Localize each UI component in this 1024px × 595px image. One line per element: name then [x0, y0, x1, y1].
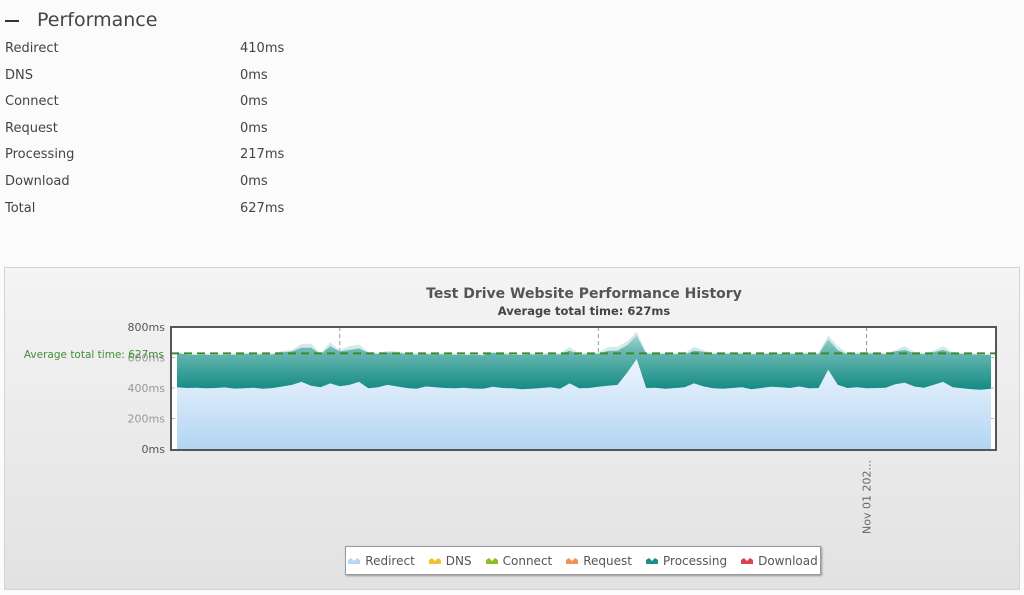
chart-title: Test Drive Website Performance History — [426, 286, 742, 302]
y-tick-label: 400ms — [128, 382, 166, 395]
legend-item-request[interactable]: Request — [566, 554, 632, 568]
area-series-icon — [485, 557, 498, 564]
area-series-icon — [566, 557, 579, 564]
y-tick-label: 200ms — [128, 413, 166, 426]
chart-subtitle: Average total time: 627ms — [498, 304, 671, 318]
area-series-icon — [646, 557, 658, 564]
legend-label: Download — [758, 553, 818, 568]
legend-label: Redirect — [365, 553, 415, 568]
legend-label: Processing — [663, 553, 728, 568]
x-tick-label: Nov 01 202... — [861, 460, 874, 534]
performance-history-chart: Test Drive Website Performance History A… — [24, 286, 997, 534]
legend-label: Request — [583, 553, 632, 568]
area-series-icon — [348, 557, 361, 564]
legend-label: Connect — [502, 553, 553, 568]
legend-item-dns[interactable]: DNS — [428, 553, 472, 568]
area-series-icon — [428, 557, 441, 564]
legend-item-redirect[interactable]: Redirect — [348, 554, 415, 568]
x-axis-ticks: Nov 01 202... — [861, 460, 874, 534]
legend-item-connect[interactable]: Connect — [485, 553, 553, 568]
legend-item-download[interactable]: Download — [741, 554, 818, 568]
y-tick-label: 800ms — [128, 321, 166, 334]
legend-item-processing[interactable]: Processing — [646, 554, 727, 568]
y-tick-label: 0ms — [142, 443, 166, 456]
average-line-label: Average total time: 627ms — [24, 349, 164, 361]
y-axis-ticks: 0ms200ms400ms600ms800ms — [128, 321, 166, 456]
chart-legend: Redirect DNS Connect Request Processing … — [345, 546, 821, 575]
legend-label: DNS — [445, 553, 472, 568]
area-series-icon — [741, 557, 754, 564]
